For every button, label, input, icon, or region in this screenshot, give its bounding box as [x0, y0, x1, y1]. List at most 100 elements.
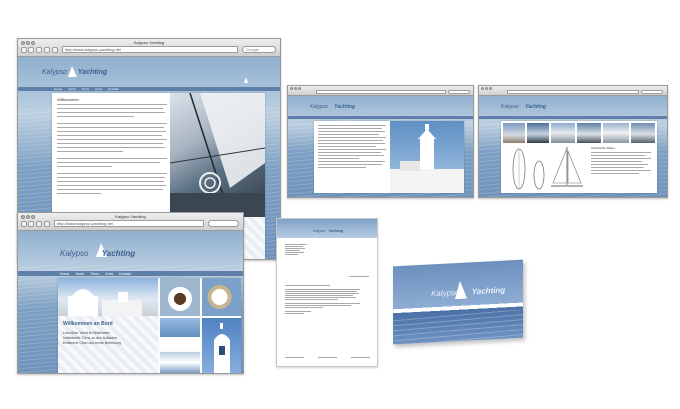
minimize-icon[interactable] [485, 87, 488, 90]
zoom-icon[interactable] [31, 41, 35, 45]
coffee-photo-1 [160, 278, 200, 316]
feature-line-2: Individuelle Törns zu den Kykladen [63, 336, 118, 340]
logo-word-2: Yachting [328, 229, 344, 233]
zoom-icon[interactable] [298, 87, 301, 90]
forward-button[interactable] [28, 221, 34, 227]
address-bar[interactable]: http://www.kalypso-yachting.de/ [62, 46, 238, 53]
close-icon[interactable] [290, 87, 293, 90]
browser-toolbar [288, 86, 473, 96]
nav-item-kontakt[interactable]: Kontakt [108, 87, 118, 91]
nav-item-crew[interactable]: Crew [105, 272, 113, 276]
webpage-viewport: Kalypso Yachting Home Yacht Törns Crew K… [18, 231, 243, 373]
logo-word-1: Kalypso [501, 104, 519, 110]
window-title: Kalypso Yachting [133, 40, 165, 45]
nav-item-yacht[interactable]: Yacht [68, 87, 75, 91]
address-bar[interactable]: http://www.kalypso-yachting.de/ [54, 220, 204, 227]
body-text [57, 104, 167, 197]
nav-item-toerns[interactable]: Törns [90, 272, 99, 276]
window-controls [481, 87, 492, 90]
address-bar[interactable] [507, 90, 639, 94]
window-controls [21, 41, 35, 45]
browser-window-homepage: Kalypso Yachting http://www.kalypso-yach… [17, 212, 244, 374]
logo-word-2: Yachting [471, 285, 506, 297]
site-logo: Kalypso Yachting [310, 104, 355, 110]
harbour-photo [160, 352, 200, 373]
nav-item-crew[interactable]: Crew [95, 87, 102, 91]
back-button[interactable] [21, 221, 27, 227]
bookmark-button[interactable] [52, 47, 58, 53]
sender-address [285, 244, 307, 256]
address-bar[interactable] [316, 90, 446, 94]
nav-item-kontakt[interactable]: Kontakt [119, 272, 131, 276]
close-icon[interactable] [21, 215, 25, 219]
close-icon[interactable] [481, 87, 484, 90]
search-field[interactable]: Google [242, 46, 276, 53]
yacht-plan-drawing [512, 148, 545, 190]
main-navigation [479, 116, 667, 119]
zoom-icon[interactable] [489, 87, 492, 90]
home-button[interactable] [44, 47, 50, 53]
letter-date [349, 276, 369, 280]
distant-sail [244, 77, 248, 83]
search-field[interactable] [641, 90, 663, 94]
forward-button[interactable] [28, 47, 34, 53]
back-button[interactable] [21, 47, 27, 53]
window-title: Kalypso Yachting [115, 214, 146, 219]
search-field[interactable] [208, 220, 239, 227]
zoom-icon[interactable] [31, 215, 35, 219]
content-panel: Technische Daten [501, 121, 657, 193]
logo-word-1: Kalypso [310, 104, 328, 110]
letterhead-document: Kalypso Yachting [276, 218, 378, 367]
browser-toolbar: Kalypso Yachting http://www.kalypso-yach… [18, 39, 280, 57]
nav-item-home[interactable]: Home [54, 87, 62, 91]
content-panel [314, 121, 464, 193]
close-icon[interactable] [21, 41, 25, 45]
sailboat-photo [170, 93, 265, 217]
minimize-icon[interactable] [26, 215, 30, 219]
yacht-photo-2 [527, 123, 549, 143]
business-card: Kalypso Yachting [393, 259, 523, 345]
coffee-photo-2 [202, 278, 241, 316]
minimize-icon[interactable] [26, 41, 30, 45]
letterhead-logo: Kalypso Yachting [313, 229, 343, 233]
letter-footer [285, 357, 370, 361]
browser-window-specs: Kalypso Yachting Technische Daten [478, 85, 668, 198]
logo-word-2: Yachting [525, 104, 547, 110]
yacht-photo-1 [503, 123, 525, 143]
window-controls [290, 87, 301, 90]
letter-body [285, 285, 360, 317]
main-navigation: Home Yacht Törns Crew Kontakt [18, 87, 280, 91]
logo-word-1: Kalypso [60, 249, 89, 258]
specs-table [591, 152, 651, 176]
feature-line-3: Erfahrene Crew und beste Betreuung [63, 341, 121, 345]
logo-word-1: Kalypso [313, 229, 326, 233]
site-logo: Kalypso Yachting [42, 69, 107, 76]
logo-word-1: Kalypso [431, 287, 460, 299]
main-navigation [288, 116, 473, 119]
yacht-photo-3 [551, 123, 575, 143]
site-logo: Kalypso Yachting [501, 104, 546, 110]
search-field[interactable] [448, 90, 470, 94]
logo-word-2: Yachting [334, 104, 356, 110]
reload-button[interactable] [36, 221, 42, 227]
yacht-photo-4 [577, 123, 601, 143]
nav-item-yacht[interactable]: Yacht [75, 272, 84, 276]
logo-word-2: Yachting [77, 69, 108, 76]
webpage-viewport: Kalypso Yachting [288, 96, 473, 197]
specs-heading: Technische Daten [591, 146, 615, 150]
nav-item-home[interactable]: Home [60, 272, 69, 276]
minimize-icon[interactable] [294, 87, 297, 90]
nav-item-toerns[interactable]: Törns [81, 87, 89, 91]
card-edge-stripes [393, 309, 523, 345]
welcome-heading: Willkommen an Bord [63, 321, 113, 327]
content-panel: Willkommen an Bord Luxuriöse Yacht im Mi… [58, 278, 241, 373]
webpage-viewport: Kalypso Yachting Technische Daten [479, 96, 667, 197]
feature-line-1: Luxuriöse Yacht im Mittelmeer [63, 331, 110, 335]
church-photo [202, 318, 241, 373]
browser-window-interior: Kalypso Yachting [287, 85, 474, 198]
yacht-photo-5 [603, 123, 629, 143]
home-button[interactable] [44, 221, 50, 227]
yacht-photo-6 [631, 123, 655, 143]
church-graphic [214, 323, 230, 373]
reload-button[interactable] [36, 47, 42, 53]
